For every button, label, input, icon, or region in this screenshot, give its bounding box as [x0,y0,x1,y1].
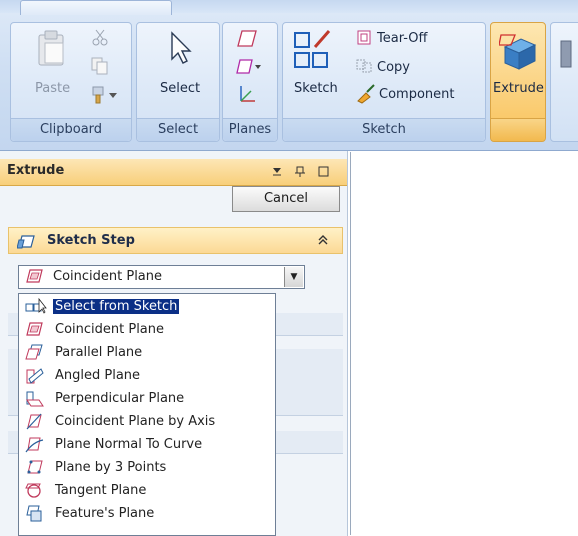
clipboard-group: Paste Clipboard [10,22,132,142]
next-tool-icon[interactable] [557,37,577,73]
sketch-icon [294,30,331,68]
dropdown-item-angled-plane[interactable]: Angled Plane [19,365,275,388]
copy-button[interactable]: Copy [377,60,410,75]
copy-icon [91,57,108,75]
plane-type-dropdown-list: Select from Sketch Coincident Plane Para… [18,293,276,536]
dropdown-item-plane-by-3-points[interactable]: Plane by 3 Points [19,457,275,480]
ribbon-active-tab[interactable] [20,0,172,15]
paste-icon [38,30,64,66]
extrude-button[interactable]: Extrude [493,81,544,96]
coincident-plane-by-axis-icon [26,413,42,430]
extrude-group: Extrude [490,22,546,142]
format-painter-icon[interactable] [91,85,121,105]
sketch-step-header[interactable]: Sketch Step [8,227,343,254]
plane-by-3-points-icon [27,460,43,474]
sketch-step-icon [17,235,35,249]
dropdown-item-tangent-plane[interactable]: Tangent Plane [19,480,275,503]
copy-sketch-icon [356,59,372,73]
ribbon: Paste Clipboard Select Select Planes Ske… [0,0,578,151]
component-button[interactable]: Component [379,87,454,102]
perpendicular-plane-icon [26,391,44,407]
parallel-plane-icon [25,344,43,360]
plane-options-icon[interactable] [234,56,264,78]
sketch-group-label: Sketch [283,118,485,141]
coincident-plane-icon [26,322,43,336]
angled-plane-icon [26,368,44,384]
panel-controls [273,166,329,177]
extrude-icon [499,34,537,70]
planes-group: Planes [222,22,278,142]
panel-title: Extrude [7,163,65,178]
planes-group-label: Planes [223,118,277,141]
coincident-plane-icon [26,269,43,283]
features-plane-icon [26,505,42,522]
combo-dropdown-arrow[interactable]: ▼ [284,267,303,287]
dropdown-item-coincident-plane-by-axis[interactable]: Coincident Plane by Axis [19,411,275,434]
dropdown-item-select-from-sketch[interactable]: Select from Sketch [19,296,275,319]
dropdown-item-perpendicular-plane[interactable]: Perpendicular Plane [19,388,275,411]
tear-off-button[interactable]: Tear-Off [377,31,427,46]
axis-plane-icon[interactable] [237,83,259,105]
select-arrow-icon [171,31,192,64]
clipboard-group-label: Clipboard [11,118,131,141]
tangent-plane-icon [25,483,41,498]
dropdown-item-features-plane[interactable]: Feature's Plane [19,503,275,526]
combo-value: Coincident Plane [53,269,163,284]
extrude-group-label [491,118,545,141]
component-icon [357,84,375,104]
panel-title-bar: Extrude [0,159,347,186]
paste-button[interactable]: Paste [35,81,70,96]
pin-icon [295,166,305,177]
collapse-chevron-icon[interactable] [318,234,328,246]
dropdown-item-parallel-plane[interactable]: Parallel Plane [19,342,275,365]
select-from-sketch-icon [25,298,47,314]
plane-normal-to-curve-icon [25,437,44,453]
plane-type-combo[interactable]: Coincident Plane ▼ [18,265,305,289]
cancel-button[interactable]: Cancel [232,186,340,212]
next-group-partial [550,22,578,142]
tear-off-icon [357,30,371,45]
maximize-icon [318,166,329,177]
cut-icon [92,29,108,46]
select-group-label: Select [137,118,219,141]
sketch-button[interactable]: Sketch [294,81,338,96]
sketch-step-title: Sketch Step [47,233,135,248]
sketch-group: Sketch Tear-Off Copy Component Sketch [282,22,486,142]
select-group: Select Select [136,22,220,142]
plane-icon[interactable] [236,28,258,50]
select-button[interactable]: Select [160,81,200,96]
dropdown-item-plane-normal-to-curve[interactable]: Plane Normal To Curve [19,434,275,457]
canvas-border [350,152,578,535]
dropdown-item-coincident-plane[interactable]: Coincident Plane [19,319,275,342]
